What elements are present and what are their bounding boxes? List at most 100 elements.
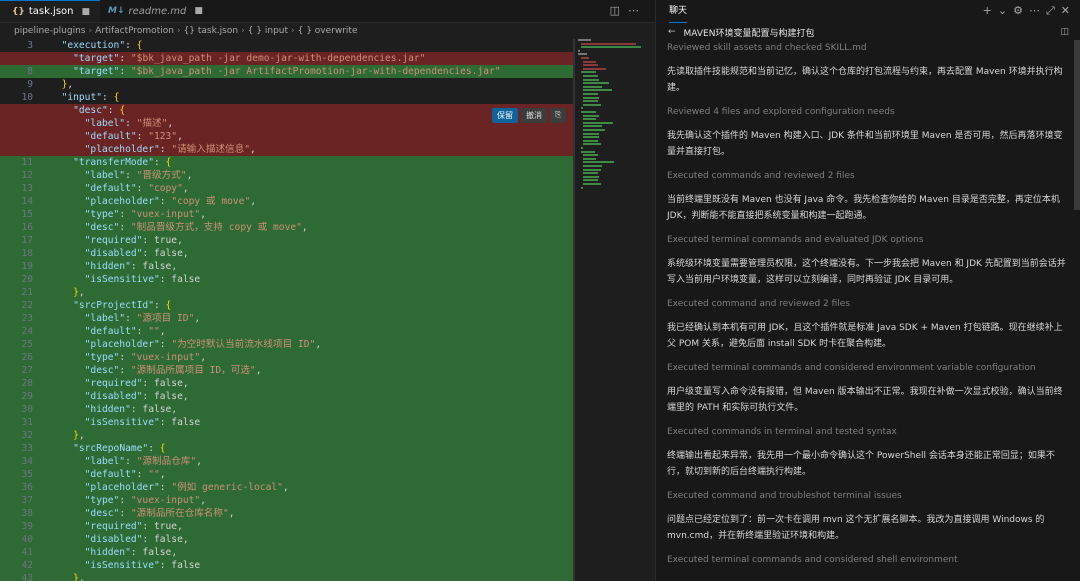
activity-summary[interactable]: Executed command and troubleshot termina… bbox=[667, 488, 1067, 504]
chevron-down-icon[interactable]: ⌄ bbox=[998, 4, 1013, 17]
code-text: "desc": "制品晋级方式，支持 copy 或 move", bbox=[84, 222, 308, 233]
undo-button[interactable]: 撤消 bbox=[521, 108, 547, 123]
code-line[interactable]: "label": "描述", bbox=[0, 117, 573, 130]
code-text: "target": "$bk_java_path -jar ArtifactPr… bbox=[73, 66, 501, 77]
code-line[interactable]: 22 "srcProjectId": { bbox=[0, 299, 573, 312]
code-line[interactable]: 37 "type": "vuex-input", bbox=[0, 494, 573, 507]
code-line[interactable]: 20 "isSensitive": false bbox=[0, 273, 573, 286]
code-line[interactable]: "desc": { bbox=[0, 104, 573, 117]
code-text: "srcRepoName": { bbox=[73, 443, 166, 454]
code-line[interactable]: 40 "disabled": false, bbox=[0, 533, 573, 546]
minimap-line bbox=[580, 107, 583, 110]
breadcrumb-item[interactable]: pipeline-plugins bbox=[14, 26, 85, 36]
activity-summary[interactable]: Executed terminal commands and considere… bbox=[667, 360, 1067, 376]
activity-summary[interactable]: Executed commands and reviewed 2 files bbox=[667, 168, 1067, 184]
code-line[interactable]: 26 "type": "vuex-input", bbox=[0, 351, 573, 364]
code-line[interactable]: 41 "hidden": false, bbox=[0, 546, 573, 559]
code-text: "srcProjectId": { bbox=[73, 300, 172, 311]
code-line[interactable]: 11 "transferMode": { bbox=[0, 156, 573, 169]
code-line[interactable]: 29 "disabled": false, bbox=[0, 390, 573, 403]
code-area[interactable]: 3 "execution": { "target": "$bk_java_pat… bbox=[0, 39, 573, 581]
maximize-icon[interactable]: ⤢ bbox=[1046, 4, 1061, 17]
copy-icon[interactable]: ⎘ bbox=[550, 108, 567, 123]
code-line[interactable]: 8 "target": "$bk_java_path -jar Artifact… bbox=[0, 65, 573, 78]
tab-task-json[interactable]: {} task.json ■ bbox=[0, 0, 100, 22]
activity-summary[interactable]: Executed commands in terminal and tested… bbox=[667, 424, 1067, 440]
code-line[interactable]: 17 "required": true, bbox=[0, 234, 573, 247]
panel-toggle-icon[interactable]: ◫ bbox=[1060, 27, 1069, 37]
activity-summary[interactable]: Reviewed skill assets and checked SKILL.… bbox=[667, 40, 1067, 56]
editor-scrollbar[interactable] bbox=[573, 39, 575, 581]
unsaved-dot-icon[interactable]: ■ bbox=[194, 6, 203, 16]
assistant-message: 系统级环境变量需要管理员权限，这个终端没有。下一步我会把 Maven 和 JDK… bbox=[667, 259, 1066, 285]
code-line[interactable]: 9 }, bbox=[0, 78, 573, 91]
chat-tab[interactable]: 聊天 bbox=[669, 0, 688, 23]
minimap[interactable] bbox=[576, 39, 646, 199]
breadcrumb-item[interactable]: ArtifactPromotion bbox=[95, 26, 174, 36]
activity-summary[interactable]: Executed command and reviewed 2 files bbox=[667, 296, 1067, 312]
minimap-line bbox=[583, 125, 603, 128]
split-editor-icon[interactable]: ◫ bbox=[610, 4, 628, 17]
code-line[interactable]: 10 "input": { bbox=[0, 91, 573, 104]
code-line[interactable]: "target": "$bk_java_path -jar demo-jar-w… bbox=[0, 52, 573, 65]
code-text: }, bbox=[73, 287, 85, 298]
code-text: "label": "晋级方式", bbox=[84, 170, 193, 181]
activity-summary[interactable]: Executed terminal commands and evaluated… bbox=[667, 232, 1067, 248]
code-line[interactable]: 35 "default": "", bbox=[0, 468, 573, 481]
code-text: "type": "vuex-input", bbox=[84, 495, 206, 506]
chat-scrollbar[interactable] bbox=[1074, 40, 1080, 210]
breadcrumb-item[interactable]: { } input bbox=[248, 26, 288, 36]
activity-summary[interactable]: Executed terminal commands and considere… bbox=[667, 552, 1067, 568]
code-line[interactable]: 31 "isSensitive": false bbox=[0, 416, 573, 429]
breadcrumb-item[interactable]: {} task.json bbox=[184, 26, 239, 36]
code-line[interactable]: 34 "label": "源制品仓库", bbox=[0, 455, 573, 468]
breadcrumb-item[interactable]: { } overwrite bbox=[298, 26, 358, 36]
tab-label: task.json bbox=[28, 6, 74, 17]
minimap-line bbox=[580, 57, 589, 59]
code-line[interactable]: 28 "required": false, bbox=[0, 377, 573, 390]
minimap-line bbox=[583, 89, 612, 92]
code-line[interactable]: 39 "required": true, bbox=[0, 520, 573, 533]
keep-button[interactable]: 保留 bbox=[492, 108, 518, 123]
code-line[interactable]: 19 "hidden": false, bbox=[0, 260, 573, 273]
code-line[interactable]: 18 "disabled": false, bbox=[0, 247, 573, 260]
code-line[interactable]: 14 "placeholder": "copy 或 move", bbox=[0, 195, 573, 208]
new-chat-icon[interactable]: + bbox=[983, 4, 998, 17]
code-line[interactable]: 27 "desc": "源制品所属项目 ID，可选", bbox=[0, 364, 573, 377]
gear-icon[interactable]: ⚙ bbox=[1013, 4, 1029, 17]
tab-readme-md[interactable]: M↓ readme.md ■ bbox=[100, 0, 203, 22]
code-line[interactable]: 15 "type": "vuex-input", bbox=[0, 208, 573, 221]
code-text: "default": "copy", bbox=[84, 183, 189, 194]
unsaved-dot-icon[interactable]: ■ bbox=[82, 7, 91, 17]
code-line[interactable]: 42 "isSensitive": false bbox=[0, 559, 573, 572]
code-line[interactable]: 43 }, bbox=[0, 572, 573, 581]
more-actions-icon[interactable]: ⋯ bbox=[628, 4, 647, 17]
code-line[interactable]: 30 "hidden": false, bbox=[0, 403, 573, 416]
code-line[interactable]: 38 "desc": "源制品所在仓库名称", bbox=[0, 507, 573, 520]
code-line[interactable]: 23 "label": "源项目 ID", bbox=[0, 312, 573, 325]
close-icon[interactable]: ✕ bbox=[1061, 4, 1076, 17]
line-number: 22 bbox=[21, 300, 33, 311]
assistant-message: 用户级变量写入命令没有报错，但 Maven 版本输出不正常。我现在补做一次显式校… bbox=[667, 387, 1063, 413]
activity-summary[interactable]: Reviewed 4 files and explored configurat… bbox=[667, 104, 1067, 120]
code-line[interactable]: 21 }, bbox=[0, 286, 573, 299]
minimap-line bbox=[583, 96, 600, 99]
code-line[interactable]: 32 }, bbox=[0, 429, 573, 442]
code-line[interactable]: "default": "123", bbox=[0, 130, 573, 143]
code-line[interactable]: 16 "desc": "制品晋级方式，支持 copy 或 move", bbox=[0, 221, 573, 234]
code-line[interactable]: 25 "placeholder": "为空时默认当前流水线项目 ID", bbox=[0, 338, 573, 351]
more-icon[interactable]: ⋯ bbox=[1029, 4, 1046, 17]
code-line[interactable]: 3 "execution": { bbox=[0, 39, 573, 52]
code-line[interactable]: 24 "default": "", bbox=[0, 325, 573, 338]
code-line[interactable]: "placeholder": "请输入描述信息", bbox=[0, 143, 573, 156]
code-line[interactable]: 13 "default": "copy", bbox=[0, 182, 573, 195]
assistant-message: 我已经确认到本机有可用 JDK，且这个插件就是标准 Java SDK + Mav… bbox=[667, 323, 1063, 349]
chat-title-row: ← MAVEN环境变量配置与构建打包 ◫ bbox=[668, 25, 1073, 39]
code-line[interactable]: 36 "placeholder": "例如 generic-local", bbox=[0, 481, 573, 494]
minimap-line bbox=[580, 147, 583, 149]
code-text: "isSensitive": false bbox=[84, 560, 201, 571]
code-line[interactable]: 33 "srcRepoName": { bbox=[0, 442, 573, 455]
assistant-message: 我先确认这个插件的 Maven 构建入口、JDK 条件和当前环境里 Maven … bbox=[667, 131, 1063, 157]
back-arrow-icon[interactable]: ← bbox=[668, 27, 676, 37]
code-line[interactable]: 12 "label": "晋级方式", bbox=[0, 169, 573, 182]
